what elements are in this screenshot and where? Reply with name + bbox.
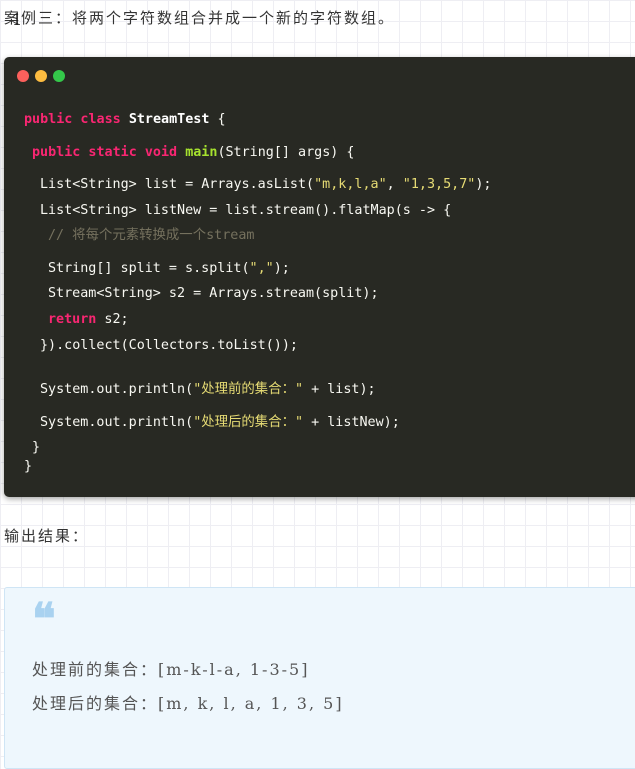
line-number: 1 <box>12 10 23 29</box>
minimize-dot-icon <box>35 70 47 82</box>
code-line: System.out.println("处理后的集合：" + listNew); <box>40 414 400 432</box>
code-line: List<String> listNew = list.stream().fla… <box>40 202 451 220</box>
code-token: main <box>185 145 218 160</box>
code-token: public static void <box>32 145 186 160</box>
code-token: ); <box>273 261 290 276</box>
code-line: Stream<String> s2 = Arrays.stream(split)… <box>48 285 379 303</box>
quote-icon: ❝ <box>32 594 56 645</box>
code-token: Stream<String> s2 = Arrays.stream(split)… <box>48 286 379 301</box>
code-token: "处理后的集合：" <box>193 415 304 430</box>
code-line: } <box>32 439 40 457</box>
code-token: "," <box>249 261 274 276</box>
code-line: // 将每个元素转换成一个stream <box>48 227 254 245</box>
code-token: "处理前的集合：" <box>193 382 304 397</box>
code-line: String[] split = s.split(","); <box>48 260 290 278</box>
result-after: 处理后的集合：[m, k, l, a, 1, 3, 5] <box>32 694 344 713</box>
code-token: + listNew); <box>303 415 400 430</box>
code-token: StreamTest <box>128 112 210 127</box>
code-line: public class StreamTest { <box>24 111 226 129</box>
output-heading: 输出结果： <box>4 527 90 545</box>
result-quote-box: ❝ 处理前的集合：[m-k-l-a, 1-3-5] 处理后的集合：[m, k, … <box>4 587 635 769</box>
code-token: (String[] args) { <box>217 145 355 160</box>
code-token: System.out.println( <box>40 382 194 397</box>
code-token: List<String> listNew = list.stream().fla… <box>40 203 452 218</box>
code-token: }).collect(Collectors.toList()); <box>40 338 298 353</box>
code-line: System.out.println("处理前的集合：" + list); <box>40 381 376 399</box>
code-token: List<String> list = Arrays.asList( <box>40 177 315 192</box>
code-token: + list); <box>303 382 376 397</box>
code-token: ); <box>475 177 492 192</box>
close-dot-icon <box>17 70 29 82</box>
code-line: }).collect(Collectors.toList()); <box>40 337 298 355</box>
code-token: return <box>48 312 97 327</box>
code-line: public static void main(String[] args) { <box>32 144 355 162</box>
maximize-dot-icon <box>53 70 65 82</box>
code-line: } <box>24 458 32 476</box>
code-token: , <box>386 177 403 192</box>
code-line: List<String> list = Arrays.asList("m,k,l… <box>40 176 491 194</box>
code-window: public class StreamTest { public static … <box>4 57 635 497</box>
code-token: } <box>32 440 41 455</box>
intro-text: 案例三：将两个字符数组合并成一个新的字符数组。 <box>4 9 396 27</box>
code-line: return s2; <box>48 311 129 329</box>
window-controls <box>17 70 65 82</box>
code-token: String[] split = s.split( <box>48 261 250 276</box>
code-token: System.out.println( <box>40 415 194 430</box>
code-token: "m,k,l,a" <box>314 177 387 192</box>
code-token: public class <box>24 112 129 127</box>
result-before: 处理前的集合：[m-k-l-a, 1-3-5] <box>32 660 310 679</box>
code-token: s2; <box>96 312 129 327</box>
code-token: { <box>209 112 226 127</box>
code-token: // 将每个元素转换成一个stream <box>48 228 255 243</box>
code-token: "1,3,5,7" <box>402 177 476 192</box>
code-token: } <box>24 459 33 474</box>
